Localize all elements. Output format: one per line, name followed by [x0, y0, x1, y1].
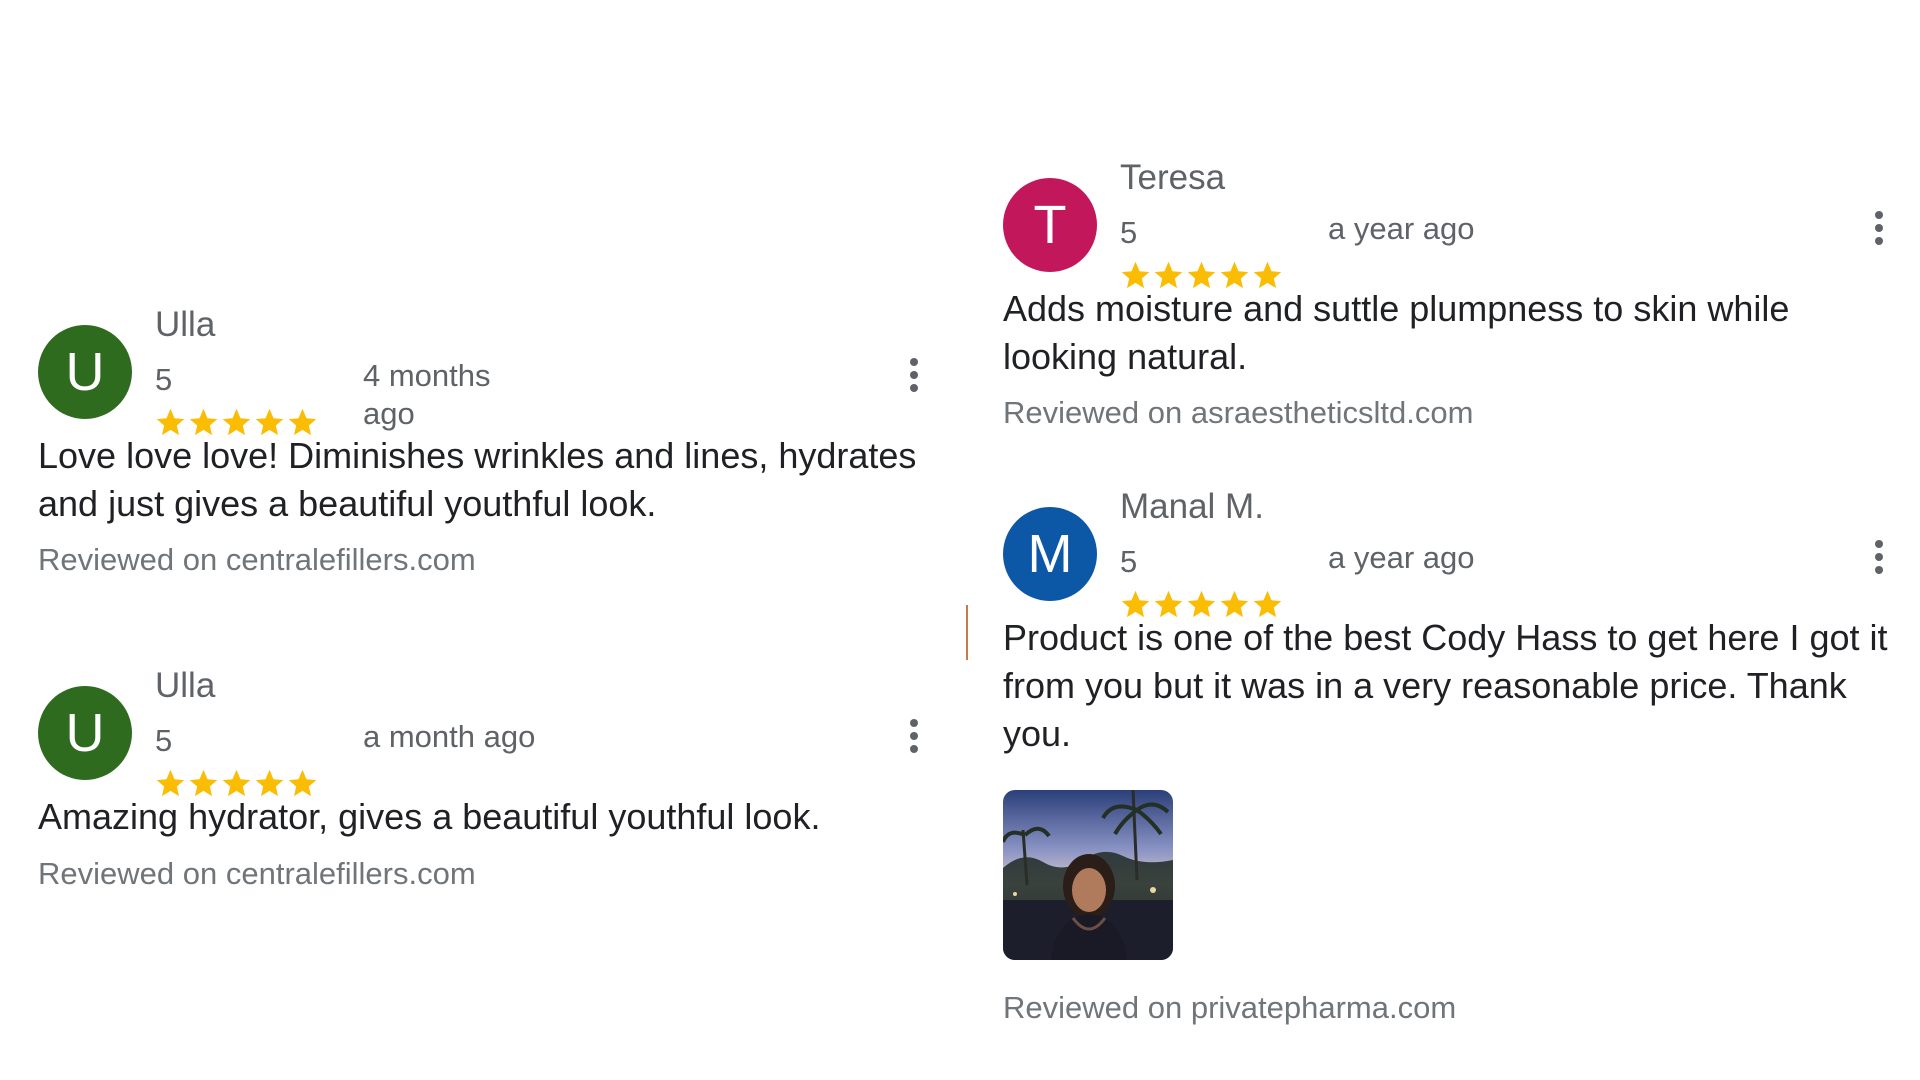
source-prefix: Reviewed on	[1003, 395, 1183, 430]
reviewer-avatar[interactable]: U	[38, 686, 132, 780]
review-text: Product is one of the best Cody Hass to …	[1003, 617, 1888, 754]
more-vert-icon[interactable]	[904, 719, 924, 759]
more-vert-icon[interactable]	[1869, 211, 1889, 251]
source-link[interactable]: centralefillers.com	[226, 542, 476, 577]
review-source: Reviewed on centralefillers.com	[38, 542, 476, 578]
review-photo[interactable]	[1003, 790, 1173, 960]
source-prefix: Reviewed on	[38, 542, 218, 577]
review-source: Reviewed on asraestheticsltd.com	[1003, 395, 1473, 431]
review-time: a year ago	[1328, 540, 1475, 575]
more-vert-icon[interactable]	[904, 358, 924, 398]
reviewer-avatar[interactable]: U	[38, 325, 132, 419]
review-text: Love love love! Diminishes wrinkles and …	[38, 435, 917, 524]
reviewer-avatar[interactable]: T	[1003, 178, 1097, 272]
text-cursor	[966, 605, 968, 660]
review-text: Adds moisture and suttle plumpness to sk…	[1003, 288, 1790, 377]
source-prefix: Reviewed on	[1003, 990, 1183, 1025]
source-prefix: Reviewed on	[38, 856, 218, 891]
review-time: a month ago	[363, 719, 536, 754]
source-link[interactable]: asraestheticsltd.com	[1191, 395, 1474, 430]
review-time: a year ago	[1328, 211, 1475, 246]
reviews-page: U Ulla 5 4 months ago Love love love! Di…	[0, 0, 1920, 1080]
review-text: Amazing hydrator, gives a beautiful yout…	[38, 796, 821, 837]
review-source: Reviewed on privatepharma.com	[1003, 990, 1456, 1026]
reviewer-name[interactable]: Teresa	[1120, 158, 1225, 198]
rating-value: 5	[155, 723, 173, 758]
reviewer-name[interactable]: Manal M.	[1120, 487, 1264, 527]
rating-value: 5	[1120, 215, 1138, 250]
reviewer-name[interactable]: Ulla	[155, 305, 215, 345]
reviewer-name[interactable]: Ulla	[155, 666, 215, 706]
more-vert-icon[interactable]	[1869, 540, 1889, 580]
reviewer-avatar[interactable]: M	[1003, 507, 1097, 601]
review-time: 4 months ago	[363, 358, 491, 431]
rating-value: 5	[155, 362, 173, 397]
source-link[interactable]: centralefillers.com	[226, 856, 476, 891]
rating-value: 5	[1120, 544, 1138, 579]
source-link[interactable]: privatepharma.com	[1191, 990, 1456, 1025]
review-source: Reviewed on centralefillers.com	[38, 856, 476, 892]
